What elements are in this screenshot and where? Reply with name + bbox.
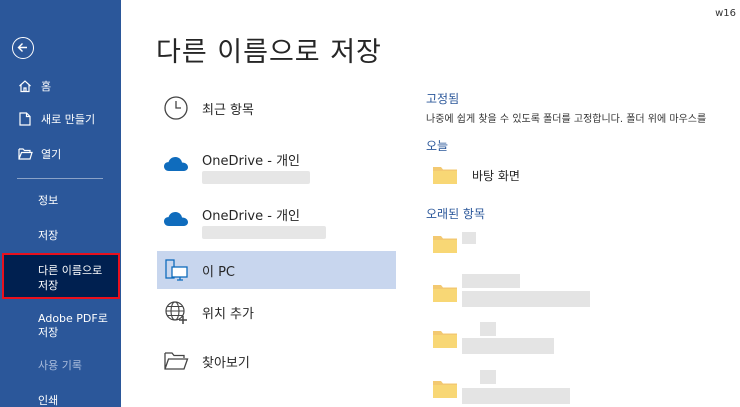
nav-new-label: 새로 만들기 bbox=[41, 113, 96, 126]
clock-icon bbox=[162, 94, 190, 122]
location-this-pc-label: 이 PC bbox=[202, 264, 236, 280]
blurred-text bbox=[462, 338, 554, 354]
nav-adobe-line2: 저장 bbox=[38, 326, 59, 339]
new-document-icon bbox=[17, 111, 33, 127]
nav-new[interactable]: 새로 만들기 bbox=[0, 105, 121, 133]
blurred-text bbox=[462, 232, 476, 244]
blurred-text bbox=[462, 388, 570, 404]
folder-icon bbox=[433, 331, 457, 348]
backstage-sidebar: 홈 새로 만들기 열기 정보 저장 다른 이름으로 저장 Adobe PDF로 … bbox=[0, 0, 121, 407]
location-recent-label: 최근 항목 bbox=[202, 102, 254, 118]
onedrive-cloud-icon bbox=[163, 155, 189, 177]
sidebar-divider bbox=[17, 178, 103, 179]
folder-icon bbox=[433, 167, 457, 184]
blurred-text bbox=[462, 291, 590, 307]
blurred-text bbox=[480, 322, 496, 336]
nav-history[interactable]: 사용 기록 bbox=[38, 359, 82, 373]
nav-adobe-pdf[interactable]: Adobe PDF로 저장 bbox=[38, 312, 108, 340]
nav-save-as-line1: 다른 이름으로 bbox=[38, 264, 103, 277]
today-header: 오늘 bbox=[426, 139, 449, 153]
folder-icon bbox=[433, 285, 457, 302]
location-browse-label: 찾아보기 bbox=[202, 355, 250, 371]
nav-open-label: 열기 bbox=[41, 148, 62, 161]
page-title: 다른 이름으로 저장 bbox=[156, 37, 382, 68]
folder-older-3[interactable] bbox=[432, 327, 458, 351]
nav-save[interactable]: 저장 bbox=[38, 229, 58, 243]
location-recent[interactable]: 최근 항목 bbox=[157, 89, 396, 127]
back-arrow-icon bbox=[17, 43, 27, 52]
folder-desktop[interactable]: 바탕 화면 bbox=[432, 163, 520, 187]
blurred-account bbox=[202, 226, 326, 239]
browse-folder-icon bbox=[162, 347, 190, 375]
nav-home-label: 홈 bbox=[41, 80, 52, 93]
location-browse[interactable]: 찾아보기 bbox=[157, 342, 396, 380]
onedrive-cloud-icon bbox=[163, 210, 189, 232]
nav-info[interactable]: 정보 bbox=[38, 194, 58, 208]
location-add-place-label: 위치 추가 bbox=[202, 306, 254, 322]
pinned-header: 고정됨 bbox=[426, 92, 460, 106]
nav-adobe-line1: Adobe PDF로 bbox=[38, 312, 108, 325]
nav-print[interactable]: 인쇄 bbox=[38, 394, 58, 407]
folder-desktop-label: 바탕 화면 bbox=[472, 168, 520, 183]
nav-open[interactable]: 열기 bbox=[0, 140, 121, 168]
folder-icon bbox=[433, 236, 457, 253]
location-onedrive-2[interactable]: OneDrive - 개인 bbox=[157, 201, 396, 247]
nav-save-as[interactable]: 다른 이름으로 저장 bbox=[2, 253, 120, 299]
location-onedrive-1-label: OneDrive - 개인 bbox=[202, 154, 301, 169]
computer-icon bbox=[162, 256, 190, 284]
folder-older-2[interactable] bbox=[432, 281, 458, 305]
location-onedrive-1[interactable]: OneDrive - 개인 bbox=[157, 146, 396, 192]
location-this-pc[interactable]: 이 PC bbox=[157, 251, 396, 289]
blurred-text bbox=[480, 370, 496, 384]
back-button[interactable] bbox=[12, 37, 34, 59]
open-folder-icon bbox=[17, 146, 33, 162]
location-onedrive-2-label: OneDrive - 개인 bbox=[202, 209, 301, 224]
window-corner-text: w16 bbox=[715, 8, 736, 19]
location-add-place[interactable]: 위치 추가 bbox=[157, 293, 396, 331]
nav-save-as-line2: 저장 bbox=[38, 279, 59, 292]
blurred-text bbox=[462, 274, 520, 288]
globe-plus-icon bbox=[162, 298, 190, 326]
folder-older-4[interactable] bbox=[432, 377, 458, 401]
nav-home[interactable]: 홈 bbox=[0, 72, 121, 100]
home-icon bbox=[17, 78, 33, 94]
older-header: 오래된 항목 bbox=[426, 207, 486, 221]
folder-older-1[interactable] bbox=[432, 232, 458, 256]
pinned-hint: 나중에 쉽게 찾을 수 있도록 폴더를 고정합니다. 폴더 위에 마우스를 bbox=[426, 114, 707, 125]
blurred-account bbox=[202, 171, 310, 184]
folder-icon bbox=[433, 381, 457, 398]
